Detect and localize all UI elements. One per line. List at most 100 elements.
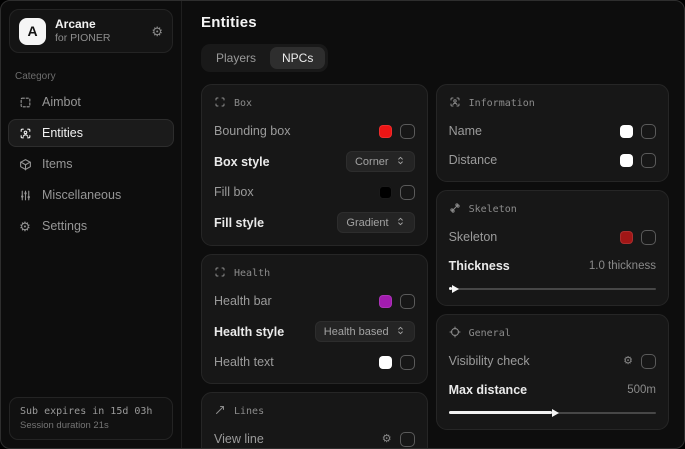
information-card: Information Name Distance (436, 84, 669, 182)
skeleton-card: Skeleton Skeleton Thickness 1.0 thicknes… (436, 190, 669, 306)
lines-card-header: Lines (214, 404, 415, 419)
checkbox[interactable] (641, 153, 656, 168)
sidebar: A Arcane for PIONER ⚙ Category Aimbot En… (1, 1, 182, 448)
setting-row: Fill style Gradient (214, 212, 415, 233)
color-swatch[interactable] (379, 295, 392, 308)
setting-row: Max distance 500m (449, 381, 656, 399)
category-label: Category (15, 71, 167, 82)
setting-label: Health text (214, 355, 274, 369)
setting-label: Health style (214, 325, 284, 339)
card-title: Box (234, 98, 252, 109)
color-swatch[interactable] (379, 186, 392, 199)
box-style-select[interactable]: Corner (346, 151, 415, 172)
right-column: Information Name Distance (436, 84, 669, 430)
tab-bar: Players NPCs (201, 44, 328, 72)
card-title: Information (469, 98, 535, 109)
select-value: Health based (324, 326, 389, 338)
sidebar-item-miscellaneous[interactable]: Miscellaneous (8, 181, 174, 209)
max-distance-value: 500m (627, 384, 656, 396)
page-title: Entities (201, 14, 669, 31)
chevrons-up-down-icon (395, 216, 406, 230)
corner-brackets-icon (214, 266, 226, 281)
setting-row: Distance (449, 151, 656, 169)
slider-handle[interactable] (552, 409, 559, 417)
box-card: Box Bounding box Box style Corner (201, 84, 428, 246)
session-duration-text: Session duration 21s (20, 420, 162, 431)
lines-card: Lines View line ⚙ Line to enemy ⚙ (201, 392, 428, 448)
main-panel: Entities Players NPCs Box Bounding box (182, 1, 684, 448)
scan-face-icon (449, 96, 461, 111)
checkbox[interactable] (400, 355, 415, 370)
subscription-status-card: Sub expires in 15d 03h Session duration … (9, 397, 173, 440)
settings-grid: Box Bounding box Box style Corner (201, 84, 669, 448)
health-card: Health Health bar Health style Health ba… (201, 254, 428, 384)
slider-fill (449, 411, 553, 414)
information-card-header: Information (449, 96, 656, 111)
slider-handle[interactable] (452, 285, 459, 293)
sidebar-nav: Aimbot Entities Items Miscellaneous (1, 86, 181, 242)
thickness-slider[interactable] (449, 284, 656, 293)
app-window: A Arcane for PIONER ⚙ Category Aimbot En… (0, 0, 685, 449)
checkbox[interactable] (400, 294, 415, 309)
sidebar-item-settings[interactable]: ⚙ Settings (8, 212, 174, 240)
app-logo: A (19, 18, 46, 45)
card-title: General (469, 328, 511, 339)
color-swatch[interactable] (620, 231, 633, 244)
setting-row: View line ⚙ (214, 430, 415, 448)
sidebar-item-label: Miscellaneous (42, 188, 121, 202)
health-card-header: Health (214, 266, 415, 281)
checkbox[interactable] (400, 185, 415, 200)
setting-label: Box style (214, 155, 270, 169)
setting-label: Fill style (214, 216, 264, 230)
gear-icon[interactable]: ⚙ (623, 356, 633, 367)
setting-row: Fill box (214, 183, 415, 201)
box-card-header: Box (214, 96, 415, 111)
brand-card: A Arcane for PIONER ⚙ (9, 9, 173, 53)
checkbox[interactable] (400, 124, 415, 139)
color-swatch[interactable] (620, 125, 633, 138)
color-swatch[interactable] (379, 125, 392, 138)
cube-icon (18, 157, 32, 171)
sidebar-item-label: Items (42, 157, 73, 171)
corner-brackets-icon (214, 96, 226, 111)
checkbox[interactable] (641, 230, 656, 245)
gear-icon: ⚙ (18, 219, 32, 233)
setting-label: Thickness (449, 259, 510, 273)
setting-row: Health text (214, 353, 415, 371)
tab-npcs[interactable]: NPCs (270, 47, 325, 69)
select-value: Corner (355, 156, 389, 168)
max-distance-slider[interactable] (449, 408, 656, 417)
setting-row: Bounding box (214, 122, 415, 140)
diagonal-line-icon (214, 404, 226, 419)
setting-row: Name (449, 122, 656, 140)
thickness-value: 1.0 thickness (589, 260, 656, 272)
sidebar-item-items[interactable]: Items (8, 150, 174, 178)
left-column: Box Bounding box Box style Corner (201, 84, 428, 448)
sidebar-item-aimbot[interactable]: Aimbot (8, 88, 174, 116)
setting-label: Visibility check (449, 354, 530, 368)
chevrons-up-down-icon (395, 155, 406, 169)
sidebar-item-label: Settings (42, 219, 87, 233)
gear-icon[interactable]: ⚙ (382, 434, 392, 445)
select-value: Gradient (346, 217, 388, 229)
health-style-select[interactable]: Health based (315, 321, 415, 342)
checkbox[interactable] (641, 354, 656, 369)
tab-players[interactable]: Players (204, 47, 268, 69)
gear-icon[interactable]: ⚙ (151, 25, 163, 38)
checkbox[interactable] (641, 124, 656, 139)
slider-fill (449, 287, 452, 290)
sidebar-item-label: Entities (42, 126, 83, 140)
checkbox[interactable] (400, 432, 415, 447)
setting-row: Box style Corner (214, 151, 415, 172)
setting-row: Thickness 1.0 thickness (449, 257, 656, 275)
sidebar-item-entities[interactable]: Entities (8, 119, 174, 147)
fill-style-select[interactable]: Gradient (337, 212, 414, 233)
card-title: Skeleton (469, 204, 517, 215)
sub-expires-text: Sub expires in 15d 03h (20, 406, 162, 417)
color-swatch[interactable] (379, 356, 392, 369)
setting-row: Health style Health based (214, 321, 415, 342)
card-title: Health (234, 268, 270, 279)
dashed-box-icon (18, 95, 32, 109)
color-swatch[interactable] (620, 154, 633, 167)
setting-label: Bounding box (214, 124, 290, 138)
